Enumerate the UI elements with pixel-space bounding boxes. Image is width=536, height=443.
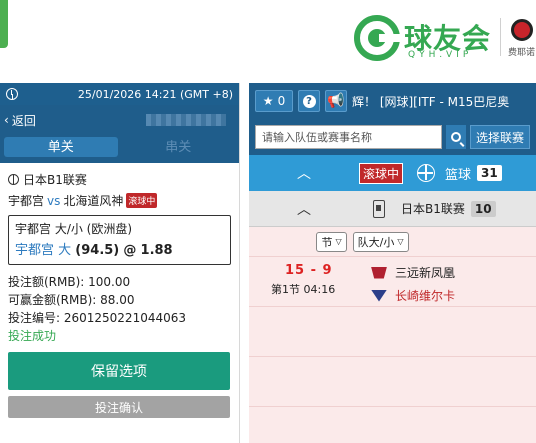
bet-type-tabs: 单关 串关 xyxy=(0,135,239,163)
b-league-logo-icon xyxy=(373,199,385,218)
chevron-down-icon: ▽ xyxy=(397,237,404,246)
match-score: 15 - 9 xyxy=(285,263,333,278)
bet-market: 宇都宫 大/小 (欧洲盘) xyxy=(15,222,133,236)
sport-live-badge: 滚球中 xyxy=(359,162,404,184)
sport-count: 31 xyxy=(477,165,502,181)
sportsbook-page: 球友会 QYH.VIP 费耶诺 25/01/2026 14:21 (GMT +8… xyxy=(0,0,536,443)
clock-icon xyxy=(6,88,18,100)
bet-slip-nav: ‹ 返回 xyxy=(0,105,239,135)
away-team-name: 长崎维尔卡 xyxy=(395,289,456,303)
vs-label: vs xyxy=(47,193,61,208)
home-team-name: 三远新凤凰 xyxy=(395,266,456,280)
search-input[interactable] xyxy=(255,125,442,149)
away-team-row: 长崎维尔卡 xyxy=(371,287,455,304)
help-icon: ? xyxy=(302,94,316,108)
empty-row xyxy=(249,357,536,407)
market-filters: 节 ▽ 队大/小 ▽ xyxy=(249,227,536,257)
side-tab-strip[interactable] xyxy=(0,0,8,48)
bet-slip-header: 25/01/2026 14:21 (GMT +8) xyxy=(0,83,239,105)
bet-home-team: 宇都宫 xyxy=(8,194,45,208)
bet-id: 投注编号: 2601250221044063 xyxy=(8,311,187,325)
sport-header: ︿ 滚球中 篮球 31 xyxy=(249,155,536,191)
basketball-icon xyxy=(417,164,436,182)
league-header[interactable]: ︿ 日本B1联赛 10 xyxy=(249,191,536,227)
tab-single[interactable]: 单关 xyxy=(4,137,118,157)
match-list: 节 ▽ 队大/小 ▽ 15 - 9 第1节 04:16 三远新凤凰 长崎维尔卡 xyxy=(249,227,536,443)
filter-period-label: 节 xyxy=(321,235,333,249)
match-panel: ★ 0 ? 📢 辉！ [网球][ITF - M15巴尼奥 选择联赛 ︿ 滚球中 … xyxy=(249,83,536,443)
bet-pick-team: 宇都宫 大 xyxy=(15,243,72,258)
home-team-row: 三远新凤凰 xyxy=(371,264,455,281)
back-label: 返回 xyxy=(11,113,36,128)
header-divider xyxy=(500,18,501,56)
basketball-icon xyxy=(8,174,19,185)
filter-period[interactable]: 节 ▽ xyxy=(316,231,347,252)
help-button[interactable]: ? xyxy=(298,90,320,112)
chevron-left-icon: ‹ xyxy=(4,113,9,127)
announcement-button[interactable]: 📢 xyxy=(325,90,347,112)
tab-parlay[interactable]: 串关 xyxy=(122,137,236,157)
brand-logo-subtext: QYH.VIP xyxy=(408,50,473,60)
league-count: 10 xyxy=(470,200,496,217)
sport-name: 篮球 xyxy=(445,167,472,183)
keep-selection-button[interactable]: 保留选项 xyxy=(8,352,230,390)
megaphone-icon: 📢 xyxy=(327,93,345,109)
bet-away-team: 北海道风神 xyxy=(63,194,124,208)
select-league-button[interactable]: 选择联赛 xyxy=(469,125,530,149)
favorites-count: 0 xyxy=(277,94,286,108)
match-row[interactable]: 15 - 9 第1节 04:16 三远新凤凰 长崎维尔卡 xyxy=(249,257,536,307)
home-team-logo-icon xyxy=(371,266,387,279)
bet-pick-odds: 1.88 xyxy=(140,243,173,258)
bet-pick-at: @ xyxy=(123,243,137,258)
away-team-logo-icon xyxy=(371,289,387,302)
back-button[interactable]: ‹ 返回 xyxy=(4,112,36,129)
league-name: 日本B1联赛 xyxy=(401,202,465,216)
collapse-league-chevron-up-icon[interactable]: ︿ xyxy=(249,199,359,219)
toolbar: ★ 0 ? 📢 辉！ [网球][ITF - M15巴尼奥 xyxy=(249,83,536,119)
sponsor-name: 费耶诺 xyxy=(508,48,536,58)
blurred-username xyxy=(145,114,226,126)
match-period: 第1节 04:16 xyxy=(271,283,336,296)
favorites-button[interactable]: ★ 0 xyxy=(255,90,293,112)
confirm-bet-button[interactable]: 投注确认 xyxy=(8,396,230,418)
bet-selection-box: 宇都宫 大/小 (欧洲盘) 宇都宫 大 (94.5) @ 1.88 xyxy=(8,215,231,265)
announcement-marquee: 辉！ [网球][ITF - M15巴尼奥 xyxy=(352,94,510,109)
star-icon: ★ xyxy=(262,94,274,108)
bet-status: 投注成功 xyxy=(8,329,57,343)
top-header: 球友会 QYH.VIP 费耶诺 xyxy=(0,0,536,80)
search-bar: 选择联赛 xyxy=(249,119,536,155)
bet-match-line: 宇都宫 vs 北海道风神 滚球中 xyxy=(8,192,231,209)
bet-details: 日本B1联赛 宇都宫 vs 北海道风神 滚球中 宇都宫 大/小 (欧洲盘) 宇都… xyxy=(0,163,239,351)
search-icon xyxy=(450,132,461,142)
bet-league-line: 日本B1联赛 xyxy=(8,171,231,188)
bet-league-name: 日本B1联赛 xyxy=(23,173,87,187)
collapse-sport-chevron-up-icon[interactable]: ︿ xyxy=(249,163,359,183)
search-button[interactable] xyxy=(445,125,466,149)
empty-row xyxy=(249,307,536,357)
bet-pick: 宇都宫 大 (94.5) @ 1.88 xyxy=(15,239,224,258)
bet-pick-line: (94.5) xyxy=(75,243,120,258)
current-datetime: 25/01/2026 14:21 (GMT +8) xyxy=(77,87,233,101)
sponsor-club-icon xyxy=(511,19,533,41)
live-badge: 滚球中 xyxy=(126,193,158,208)
bet-slip-panel: 25/01/2026 14:21 (GMT +8) ‹ 返回 单关 串关 日本B… xyxy=(0,83,240,443)
win-amount: 可赢金额(RMB): 88.00 xyxy=(8,293,135,307)
filter-market[interactable]: 队大/小 ▽ xyxy=(352,231,409,252)
stake-amount: 投注额(RMB): 100.00 xyxy=(8,275,131,289)
filter-market-label: 队大/小 xyxy=(357,235,395,249)
brand-logo-icon xyxy=(354,15,401,61)
bet-receipt: 投注额(RMB): 100.00 可赢金额(RMB): 88.00 投注编号: … xyxy=(8,273,231,345)
chevron-down-icon: ▽ xyxy=(335,237,342,246)
